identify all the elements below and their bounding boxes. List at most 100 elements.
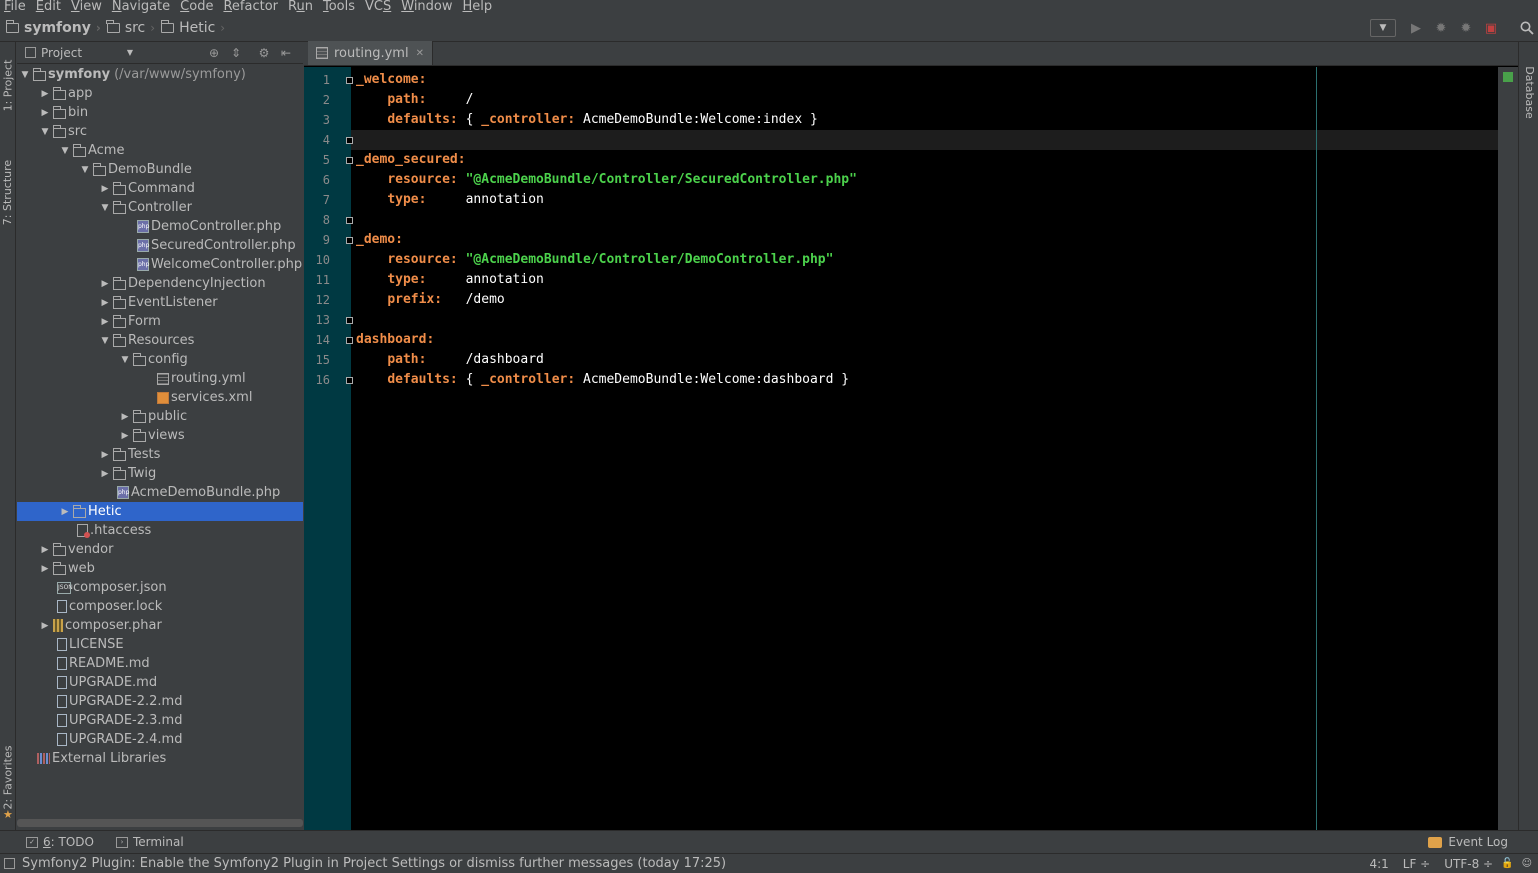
collapsed-arrow-icon[interactable]: ▶ xyxy=(37,621,53,631)
caret-position[interactable]: 4:1 xyxy=(1369,857,1388,871)
menu-item-edit[interactable]: Edit xyxy=(32,0,67,13)
tree-item[interactable]: UPGRADE-2.4.md xyxy=(17,730,303,749)
inspector-icon[interactable]: ☺ xyxy=(1522,858,1532,869)
tree-item[interactable]: ▶ Hetic xyxy=(17,502,303,521)
collapsed-arrow-icon[interactable]: ▶ xyxy=(97,450,113,460)
tree-item[interactable]: LICENSE xyxy=(17,635,303,654)
vcs-update-button[interactable]: ▣ xyxy=(1480,17,1502,39)
tree-item[interactable]: JSON composer.json xyxy=(17,578,303,597)
tree-item[interactable]: ▶ EventListener xyxy=(17,293,303,312)
tree-item[interactable]: ▼ DemoBundle xyxy=(17,160,303,179)
collapsed-arrow-icon[interactable]: ▶ xyxy=(97,184,113,194)
tree-item[interactable]: ▼ config xyxy=(17,350,303,369)
tree-item[interactable]: .htaccess xyxy=(17,521,303,540)
tree-item[interactable]: ▶ Form xyxy=(17,312,303,331)
fold-marker-icon[interactable] xyxy=(346,157,353,164)
lock-icon[interactable]: 🔓 xyxy=(1501,858,1513,869)
collapsed-arrow-icon[interactable]: ▶ xyxy=(37,89,53,99)
collapsed-arrow-icon[interactable]: ▶ xyxy=(37,564,53,574)
fold-marker-icon[interactable] xyxy=(346,377,353,384)
tree-item[interactable]: External Libraries xyxy=(17,749,303,768)
tree-item[interactable]: ▶ DependencyInjection xyxy=(17,274,303,293)
project-view-dropdown[interactable]: Project ▼ xyxy=(25,46,133,60)
collapsed-arrow-icon[interactable]: ▶ xyxy=(117,431,133,441)
fold-marker-icon[interactable] xyxy=(346,337,353,344)
tree-item[interactable]: UPGRADE-2.3.md xyxy=(17,711,303,730)
tree-item[interactable]: ▶ Tests xyxy=(17,445,303,464)
collapse-all-icon[interactable]: ⇕ xyxy=(225,46,247,60)
terminal-tool-button[interactable]: › Terminal xyxy=(110,835,190,849)
database-tool-tab[interactable]: Database xyxy=(1519,52,1538,132)
event-log-button[interactable]: Event Log xyxy=(1428,835,1508,849)
fold-marker-icon[interactable] xyxy=(346,237,353,244)
line-separator[interactable]: LF ÷ xyxy=(1403,857,1430,871)
fold-marker-icon[interactable] xyxy=(346,317,353,324)
code-content[interactable]: _welcome: path: / defaults: { _controlle… xyxy=(351,67,1498,830)
file-encoding[interactable]: UTF-8 ÷ xyxy=(1444,857,1493,871)
no-problems-indicator[interactable] xyxy=(1503,72,1513,82)
breadcrumb-item-symfony[interactable]: symfony › xyxy=(0,19,101,36)
tree-item[interactable]: ▶ public xyxy=(17,407,303,426)
tree-item[interactable]: ▼ symfony (/var/www/symfony) xyxy=(17,65,303,84)
tree-item[interactable]: UPGRADE-2.2.md xyxy=(17,692,303,711)
tree-item[interactable]: services.xml xyxy=(17,388,303,407)
collapsed-arrow-icon[interactable]: ▶ xyxy=(37,108,53,118)
menu-item-vcs[interactable]: VCS xyxy=(361,0,397,13)
tree-item[interactable]: composer.lock xyxy=(17,597,303,616)
hide-panel-icon[interactable]: ⇤ xyxy=(275,46,297,60)
tree-item[interactable]: ▶ Command xyxy=(17,179,303,198)
fold-marker-icon[interactable] xyxy=(346,217,353,224)
expanded-arrow-icon[interactable]: ▼ xyxy=(37,127,53,137)
menu-item-run[interactable]: Run xyxy=(284,0,319,13)
expanded-arrow-icon[interactable]: ▼ xyxy=(97,336,113,346)
tree-item[interactable]: ▼ Acme xyxy=(17,141,303,160)
collapsed-arrow-icon[interactable]: ▶ xyxy=(37,545,53,555)
fold-marker-icon[interactable] xyxy=(346,137,353,144)
search-everywhere-button[interactable] xyxy=(1516,17,1538,39)
run-config-dropdown[interactable]: ▼ xyxy=(1370,19,1396,37)
menu-item-code[interactable]: Code xyxy=(176,0,219,13)
tree-item[interactable]: ▼ src xyxy=(17,122,303,141)
tree-item[interactable]: php AcmeDemoBundle.php xyxy=(17,483,303,502)
menu-item-navigate[interactable]: Navigate xyxy=(108,0,176,13)
debug-button[interactable]: ✹ xyxy=(1430,17,1452,39)
gear-icon[interactable]: ⚙ xyxy=(253,46,275,60)
project-tool-tab[interactable]: 1: Project xyxy=(0,50,16,120)
menu-item-view[interactable]: View xyxy=(67,0,108,13)
expanded-arrow-icon[interactable]: ▼ xyxy=(57,146,73,156)
tree-item[interactable]: php WelcomeController.php xyxy=(17,255,303,274)
tree-item[interactable]: UPGRADE.md xyxy=(17,673,303,692)
favorites-tool-tab[interactable]: 2: Favorites xyxy=(0,742,16,812)
expanded-arrow-icon[interactable]: ▼ xyxy=(17,70,33,80)
tree-item[interactable]: php SecuredController.php xyxy=(17,236,303,255)
expanded-arrow-icon[interactable]: ▼ xyxy=(97,203,113,213)
tree-item[interactable]: ▶ web xyxy=(17,559,303,578)
scroll-from-source-icon[interactable]: ⊕ xyxy=(203,46,225,60)
structure-tool-tab[interactable]: 7: Structure xyxy=(0,152,16,232)
collapsed-arrow-icon[interactable]: ▶ xyxy=(97,279,113,289)
collapsed-arrow-icon[interactable]: ▶ xyxy=(97,317,113,327)
collapsed-arrow-icon[interactable]: ▶ xyxy=(117,412,133,422)
menu-item-file[interactable]: File xyxy=(0,0,32,13)
coverage-button[interactable]: ✹ xyxy=(1455,17,1477,39)
tree-item[interactable]: routing.yml xyxy=(17,369,303,388)
tab-routing-yml[interactable]: routing.yml ✕ xyxy=(308,41,433,65)
todo-tool-button[interactable]: ✓ 6: TODO xyxy=(20,835,100,849)
fold-marker-icon[interactable] xyxy=(346,77,353,84)
menu-item-refactor[interactable]: Refactor xyxy=(219,0,284,13)
tree-item[interactable]: ▼ Controller xyxy=(17,198,303,217)
tool-windows-toggle-icon[interactable] xyxy=(4,858,15,869)
collapsed-arrow-icon[interactable]: ▶ xyxy=(97,469,113,479)
breadcrumb-item-src[interactable]: src › xyxy=(101,19,155,36)
horizontal-scrollbar[interactable] xyxy=(17,819,303,827)
tree-item[interactable]: ▶ Twig xyxy=(17,464,303,483)
tree-item[interactable]: ▶ views xyxy=(17,426,303,445)
tree-item[interactable]: ▶ app xyxy=(17,84,303,103)
tree-item[interactable]: ▶ vendor xyxy=(17,540,303,559)
status-message[interactable]: Symfony2 Plugin: Enable the Symfony2 Plu… xyxy=(22,856,726,871)
collapsed-arrow-icon[interactable]: ▶ xyxy=(97,298,113,308)
expanded-arrow-icon[interactable]: ▼ xyxy=(77,165,93,175)
close-icon[interactable]: ✕ xyxy=(416,48,424,59)
tree-item[interactable]: ▼ Resources xyxy=(17,331,303,350)
expanded-arrow-icon[interactable]: ▼ xyxy=(117,355,133,365)
